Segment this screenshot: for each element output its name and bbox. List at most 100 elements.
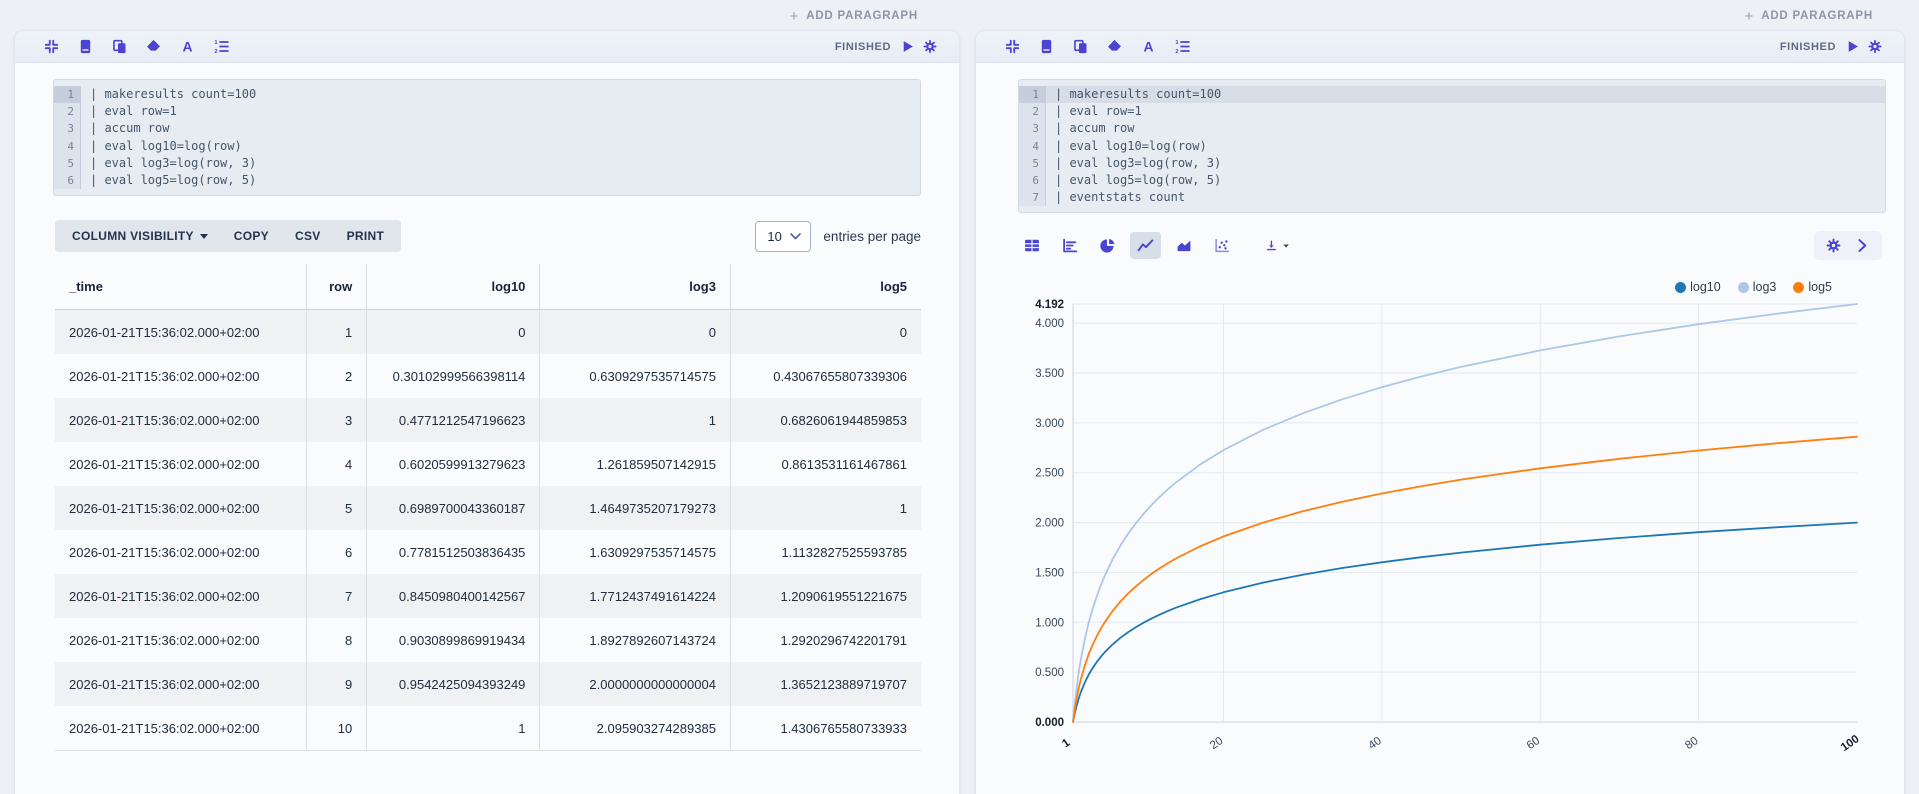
table-row[interactable]: 2026-01-21T15:36:02.000+02:00 10 1 2.095903… [55,706,921,752]
area-chart-icon[interactable] [1168,232,1199,259]
line-number: 2 [54,103,81,121]
page-size-select[interactable]: 10 [755,220,812,252]
table-cell: 0 [539,309,731,355]
eraser-icon[interactable] [1106,38,1123,55]
table-cell: 1 [306,309,368,355]
column-header-_time[interactable]: _time [55,264,307,311]
gear-icon[interactable] [1868,40,1882,54]
play-icon[interactable] [900,40,914,54]
pie-chart-icon[interactable] [1092,232,1123,259]
add-paragraph-button-right[interactable]: + ADD PARAGRAPH [975,7,1873,25]
code-line[interactable]: 5 | eval log3=log(row, 3) [54,154,920,173]
numbered-list-icon[interactable]: 1 2 [1174,38,1191,55]
gear-icon[interactable] [923,40,937,54]
table-row[interactable]: 2026-01-21T15:36:02.000+02:00 2 0.30102999… [55,354,921,399]
code-text: | eval log5=log(row, 5) [90,173,257,188]
add-paragraph-button-left[interactable]: + ADD PARAGRAPH [14,7,918,25]
spl-query-editor[interactable]: 1 | makeresults count=100 2 | eval row=1 3 | … [53,79,921,197]
code-line[interactable]: 6 | eval log5=log(row, 5) [1019,172,1885,190]
code-line[interactable]: 7 | eventstats count [1019,189,1885,207]
eraser-icon[interactable] [145,38,162,55]
code-text: | eval log3=log(row, 3) [90,155,257,170]
copy-button[interactable]: COPY [221,221,282,251]
table-cell: 0.6309297535714575 [539,354,731,399]
text-format-icon[interactable]: A [1140,38,1157,55]
code-line[interactable]: 6 | eval log5=log(row, 5) [54,172,920,190]
table-cell: 1.1132827525593785 [781,544,907,560]
numbered-list-icon[interactable]: 1 2 [213,38,230,55]
legend-dot [1793,281,1805,293]
code-line[interactable]: 3 | accum row [54,120,920,138]
text-format-icon[interactable]: A [179,38,196,55]
table-cell: 1.6309297535714575 [539,530,731,575]
table-row[interactable]: 2026-01-21T15:36:02.000+02:00 3 0.47712125… [55,398,921,443]
table-cell: 4 [306,442,368,487]
column-visibility-button[interactable]: COLUMN VISIBILITY [59,221,221,251]
table-row[interactable]: 2026-01-21T15:36:02.000+02:00 5 0.69897000… [55,486,921,531]
download-button[interactable] [1262,232,1293,259]
csv-button[interactable]: CSV [282,221,334,251]
table-cell: 2026-01-21T15:36:02.000+02:00 [55,662,307,707]
x-tick-label: 100 [1839,734,1862,755]
legend-label: log5 [1808,280,1832,295]
table-header-row: _time row log10 log3 log5 [55,264,921,311]
table-cell: 2026-01-21T15:36:02.000+02:00 [55,309,307,355]
copy-icon[interactable] [1072,38,1089,55]
legend-item-log3[interactable]: log3 [1737,280,1776,294]
print-label: PRINT [346,229,385,244]
scatter-plot-icon[interactable] [1206,232,1237,259]
chevron-right-icon[interactable] [1854,237,1871,254]
table-cell: 1.7712437491614224 [539,574,731,619]
print-button[interactable]: PRINT [334,221,398,251]
code-line[interactable]: 4 | eval log10=log(row) [1019,137,1885,155]
code-line[interactable]: 4 | eval log10=log(row) [54,137,920,155]
code-text: | accum row [90,121,170,136]
table-row[interactable]: 2026-01-21T15:36:02.000+02:00 1 0 0 0 [55,309,921,355]
code-line[interactable]: 5 | eval log3=log(row, 3) [1019,154,1885,173]
play-icon[interactable] [1845,40,1859,54]
column-header-row[interactable]: row [306,264,368,311]
line-chart-icon[interactable] [1130,232,1161,260]
table-cell: 2026-01-21T15:36:02.000+02:00 [55,618,307,663]
table-cell: 2026-01-21T15:36:02.000+02:00 [55,398,307,443]
collapse-icon[interactable] [1004,38,1021,55]
code-text: | eval row=1 [1055,104,1142,119]
code-line[interactable]: 2 | eval row=1 [1019,103,1885,121]
column-header-log3[interactable]: log3 [539,264,731,311]
line-number: 5 [1019,154,1046,173]
panel-header-toolbar: A 1 2 [43,38,835,55]
spl-query-editor[interactable]: 1 | makeresults count=100 2 | eval row=1 3 | … [1018,79,1886,214]
table-cell: 5 [306,486,368,531]
column-header-log5[interactable]: log5 [730,264,921,311]
gear-icon[interactable] [1825,237,1842,254]
legend-item-log10[interactable]: log10 [1675,280,1721,294]
column-header-log10[interactable]: log10 [366,264,541,311]
copy-icon[interactable] [111,38,128,55]
table-cell: 1.4306765580733933 [730,706,921,752]
table-row[interactable]: 2026-01-21T15:36:02.000+02:00 7 0.84509804… [55,574,921,619]
table-row[interactable]: 2026-01-21T15:36:02.000+02:00 6 0.77815125… [55,530,921,575]
y-tick-label: 4.000 [1035,319,1064,331]
bar-chart-icon[interactable] [1054,232,1085,259]
chart-type-switcher [1016,232,1293,260]
table-cell: 1.3652123889719707 [780,676,907,692]
table-cell: 0.8613531161467861 [781,456,907,472]
collapse-icon[interactable] [43,38,60,55]
code-line[interactable]: 3 | accum row [1019,120,1885,138]
y-tick-label: 2.500 [1035,468,1064,480]
notebook-icon[interactable] [77,38,94,55]
code-line[interactable]: 1 | makeresults count=100 [1019,86,1885,104]
table-icon[interactable] [1016,232,1047,259]
table-row[interactable]: 2026-01-21T15:36:02.000+02:00 4 0.60205999… [55,442,921,487]
legend-label: log10 [1690,280,1721,295]
notebook-icon[interactable] [1038,38,1055,55]
code-line[interactable]: 2 | eval row=1 [54,103,920,121]
y-tick-label: 0.500 [1035,668,1064,680]
code-line[interactable]: 1 | makeresults count=100 [54,86,920,104]
x-tick-label: 1 [1060,737,1073,751]
legend-item-log5[interactable]: log5 [1793,280,1832,294]
table-row[interactable]: 2026-01-21T15:36:02.000+02:00 8 0.90308998… [55,618,921,663]
table-row[interactable]: 2026-01-21T15:36:02.000+02:00 9 0.95424250… [55,662,921,707]
y-tick-label: 4.192 [1035,299,1064,311]
y-tick-label: 1.000 [1035,618,1064,630]
